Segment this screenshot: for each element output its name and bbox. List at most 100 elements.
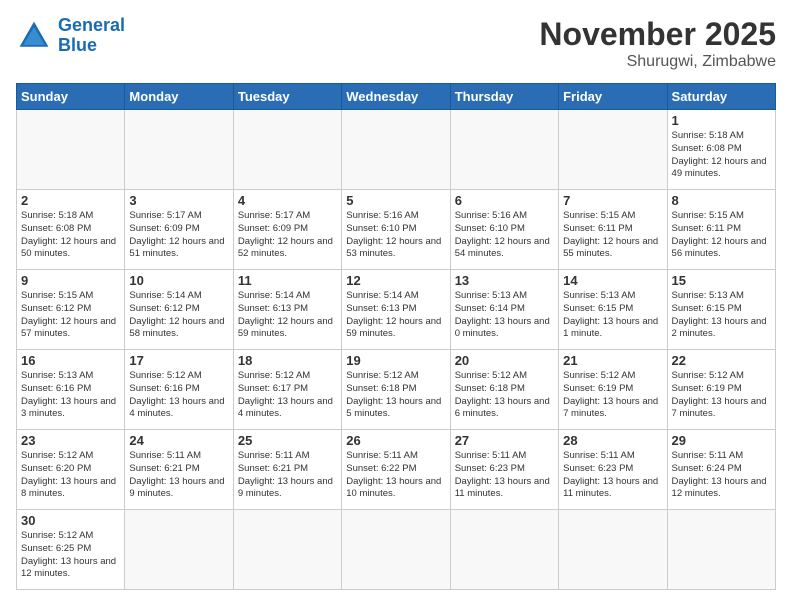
- calendar-cell: 30 Sunrise: 5:12 AM Sunset: 6:25 PM Dayli…: [17, 510, 125, 590]
- day-info: Sunrise: 5:13 AM Sunset: 6:14 PM Dayligh…: [455, 290, 554, 341]
- day-info: Sunrise: 5:17 AM Sunset: 6:09 PM Dayligh…: [129, 210, 228, 261]
- day-number: 12: [346, 273, 445, 288]
- calendar-cell: [667, 510, 775, 590]
- day-number: 24: [129, 433, 228, 448]
- header-wednesday: Wednesday: [342, 84, 450, 110]
- calendar-week-1: 2 Sunrise: 5:18 AM Sunset: 6:08 PM Daylig…: [17, 190, 776, 270]
- day-info: Sunrise: 5:11 AM Sunset: 6:21 PM Dayligh…: [129, 450, 228, 501]
- calendar-cell: 7Sunrise: 5:15 AM Sunset: 6:11 PM Daylig…: [559, 190, 667, 270]
- calendar-cell: [125, 110, 233, 190]
- calendar-cell: [17, 110, 125, 190]
- header-saturday: Saturday: [667, 84, 775, 110]
- day-info: Sunrise: 5:11 AM Sunset: 6:24 PM Dayligh…: [672, 450, 771, 501]
- day-info: Sunrise: 5:12 AM Sunset: 6:16 PM Dayligh…: [129, 370, 228, 421]
- calendar-week-3: 16Sunrise: 5:13 AM Sunset: 6:16 PM Dayli…: [17, 350, 776, 430]
- calendar-cell: 22 Sunrise: 5:12 AM Sunset: 6:19 PM Dayli…: [667, 350, 775, 430]
- calendar-cell: [450, 110, 558, 190]
- day-number: 21: [563, 353, 662, 368]
- day-number: 16: [21, 353, 120, 368]
- calendar-cell: 6 Sunrise: 5:16 AM Sunset: 6:10 PM Daylig…: [450, 190, 558, 270]
- calendar-cell: 10 Sunrise: 5:14 AM Sunset: 6:12 PM Dayli…: [125, 270, 233, 350]
- day-info: Sunrise: 5:12 AM Sunset: 6:17 PM Dayligh…: [238, 370, 337, 421]
- day-number: 1: [672, 113, 771, 128]
- calendar-cell: 28 Sunrise: 5:11 AM Sunset: 6:23 PM Dayli…: [559, 430, 667, 510]
- calendar-cell: 2 Sunrise: 5:18 AM Sunset: 6:08 PM Daylig…: [17, 190, 125, 270]
- day-number: 20: [455, 353, 554, 368]
- day-info: Sunrise: 5:12 AM Sunset: 6:18 PM Dayligh…: [346, 370, 445, 421]
- day-number: 9: [21, 273, 120, 288]
- calendar-cell: [559, 110, 667, 190]
- calendar-cell: 12 Sunrise: 5:14 AM Sunset: 6:13 PM Dayli…: [342, 270, 450, 350]
- calendar-cell: 24 Sunrise: 5:11 AM Sunset: 6:21 PM Dayli…: [125, 430, 233, 510]
- day-info: Sunrise: 5:18 AM Sunset: 6:08 PM Dayligh…: [21, 210, 120, 261]
- day-number: 25: [238, 433, 337, 448]
- calendar-cell: [450, 510, 558, 590]
- calendar-cell: 13 Sunrise: 5:13 AM Sunset: 6:14 PM Dayli…: [450, 270, 558, 350]
- day-number: 22: [672, 353, 771, 368]
- calendar-cell: [125, 510, 233, 590]
- calendar-cell: 4Sunrise: 5:17 AM Sunset: 6:09 PM Daylig…: [233, 190, 341, 270]
- calendar-cell: 9 Sunrise: 5:15 AM Sunset: 6:12 PM Daylig…: [17, 270, 125, 350]
- logo: General Blue: [16, 16, 125, 56]
- day-info: Sunrise: 5:12 AM Sunset: 6:19 PM Dayligh…: [672, 370, 771, 421]
- calendar-cell: 1 Sunrise: 5:18 AM Sunset: 6:08 PM Daylig…: [667, 110, 775, 190]
- day-number: 13: [455, 273, 554, 288]
- calendar-cell: 26 Sunrise: 5:11 AM Sunset: 6:22 PM Dayli…: [342, 430, 450, 510]
- day-info: Sunrise: 5:11 AM Sunset: 6:23 PM Dayligh…: [455, 450, 554, 501]
- calendar-week-2: 9 Sunrise: 5:15 AM Sunset: 6:12 PM Daylig…: [17, 270, 776, 350]
- day-number: 28: [563, 433, 662, 448]
- calendar-cell: 27Sunrise: 5:11 AM Sunset: 6:23 PM Dayli…: [450, 430, 558, 510]
- day-info: Sunrise: 5:18 AM Sunset: 6:08 PM Dayligh…: [672, 130, 771, 181]
- day-info: Sunrise: 5:12 AM Sunset: 6:25 PM Dayligh…: [21, 530, 120, 581]
- calendar-cell: 17 Sunrise: 5:12 AM Sunset: 6:16 PM Dayli…: [125, 350, 233, 430]
- day-number: 26: [346, 433, 445, 448]
- calendar-cell: [233, 110, 341, 190]
- header-monday: Monday: [125, 84, 233, 110]
- logo-icon: [16, 18, 52, 54]
- calendar-cell: 18 Sunrise: 5:12 AM Sunset: 6:17 PM Dayli…: [233, 350, 341, 430]
- day-number: 17: [129, 353, 228, 368]
- logo-text: General Blue: [58, 16, 125, 56]
- calendar-week-5: 30 Sunrise: 5:12 AM Sunset: 6:25 PM Dayli…: [17, 510, 776, 590]
- day-info: Sunrise: 5:15 AM Sunset: 6:12 PM Dayligh…: [21, 290, 120, 341]
- calendar-cell: [559, 510, 667, 590]
- day-info: Sunrise: 5:12 AM Sunset: 6:19 PM Dayligh…: [563, 370, 662, 421]
- day-number: 6: [455, 193, 554, 208]
- day-info: Sunrise: 5:15 AM Sunset: 6:11 PM Dayligh…: [563, 210, 662, 261]
- calendar-cell: 8Sunrise: 5:15 AM Sunset: 6:11 PM Daylig…: [667, 190, 775, 270]
- day-info: Sunrise: 5:14 AM Sunset: 6:13 PM Dayligh…: [346, 290, 445, 341]
- header-row: SundayMondayTuesdayWednesdayThursdayFrid…: [17, 84, 776, 110]
- day-info: Sunrise: 5:15 AM Sunset: 6:11 PM Dayligh…: [672, 210, 771, 261]
- day-number: 4: [238, 193, 337, 208]
- day-info: Sunrise: 5:16 AM Sunset: 6:10 PM Dayligh…: [455, 210, 554, 261]
- day-info: Sunrise: 5:13 AM Sunset: 6:15 PM Dayligh…: [563, 290, 662, 341]
- day-number: 30: [21, 513, 120, 528]
- day-info: Sunrise: 5:13 AM Sunset: 6:15 PM Dayligh…: [672, 290, 771, 341]
- calendar-cell: 3Sunrise: 5:17 AM Sunset: 6:09 PM Daylig…: [125, 190, 233, 270]
- header-sunday: Sunday: [17, 84, 125, 110]
- day-number: 15: [672, 273, 771, 288]
- day-number: 29: [672, 433, 771, 448]
- day-number: 14: [563, 273, 662, 288]
- day-info: Sunrise: 5:11 AM Sunset: 6:23 PM Dayligh…: [563, 450, 662, 501]
- calendar-cell: 5Sunrise: 5:16 AM Sunset: 6:10 PM Daylig…: [342, 190, 450, 270]
- calendar-week-4: 23Sunrise: 5:12 AM Sunset: 6:20 PM Dayli…: [17, 430, 776, 510]
- calendar-week-0: 1 Sunrise: 5:18 AM Sunset: 6:08 PM Daylig…: [17, 110, 776, 190]
- page-header: General Blue November 2025 Shurugwi, Zim…: [16, 16, 776, 71]
- calendar-cell: 20 Sunrise: 5:12 AM Sunset: 6:18 PM Dayli…: [450, 350, 558, 430]
- header-thursday: Thursday: [450, 84, 558, 110]
- header-tuesday: Tuesday: [233, 84, 341, 110]
- logo-general: General: [58, 15, 125, 35]
- day-number: 23: [21, 433, 120, 448]
- calendar-cell: 29 Sunrise: 5:11 AM Sunset: 6:24 PM Dayli…: [667, 430, 775, 510]
- day-info: Sunrise: 5:12 AM Sunset: 6:18 PM Dayligh…: [455, 370, 554, 421]
- location: Shurugwi, Zimbabwe: [539, 53, 776, 71]
- calendar-cell: [233, 510, 341, 590]
- day-info: Sunrise: 5:14 AM Sunset: 6:12 PM Dayligh…: [129, 290, 228, 341]
- day-number: 10: [129, 273, 228, 288]
- day-number: 19: [346, 353, 445, 368]
- day-info: Sunrise: 5:11 AM Sunset: 6:22 PM Dayligh…: [346, 450, 445, 501]
- calendar-header: SundayMondayTuesdayWednesdayThursdayFrid…: [17, 84, 776, 110]
- day-number: 2: [21, 193, 120, 208]
- day-number: 18: [238, 353, 337, 368]
